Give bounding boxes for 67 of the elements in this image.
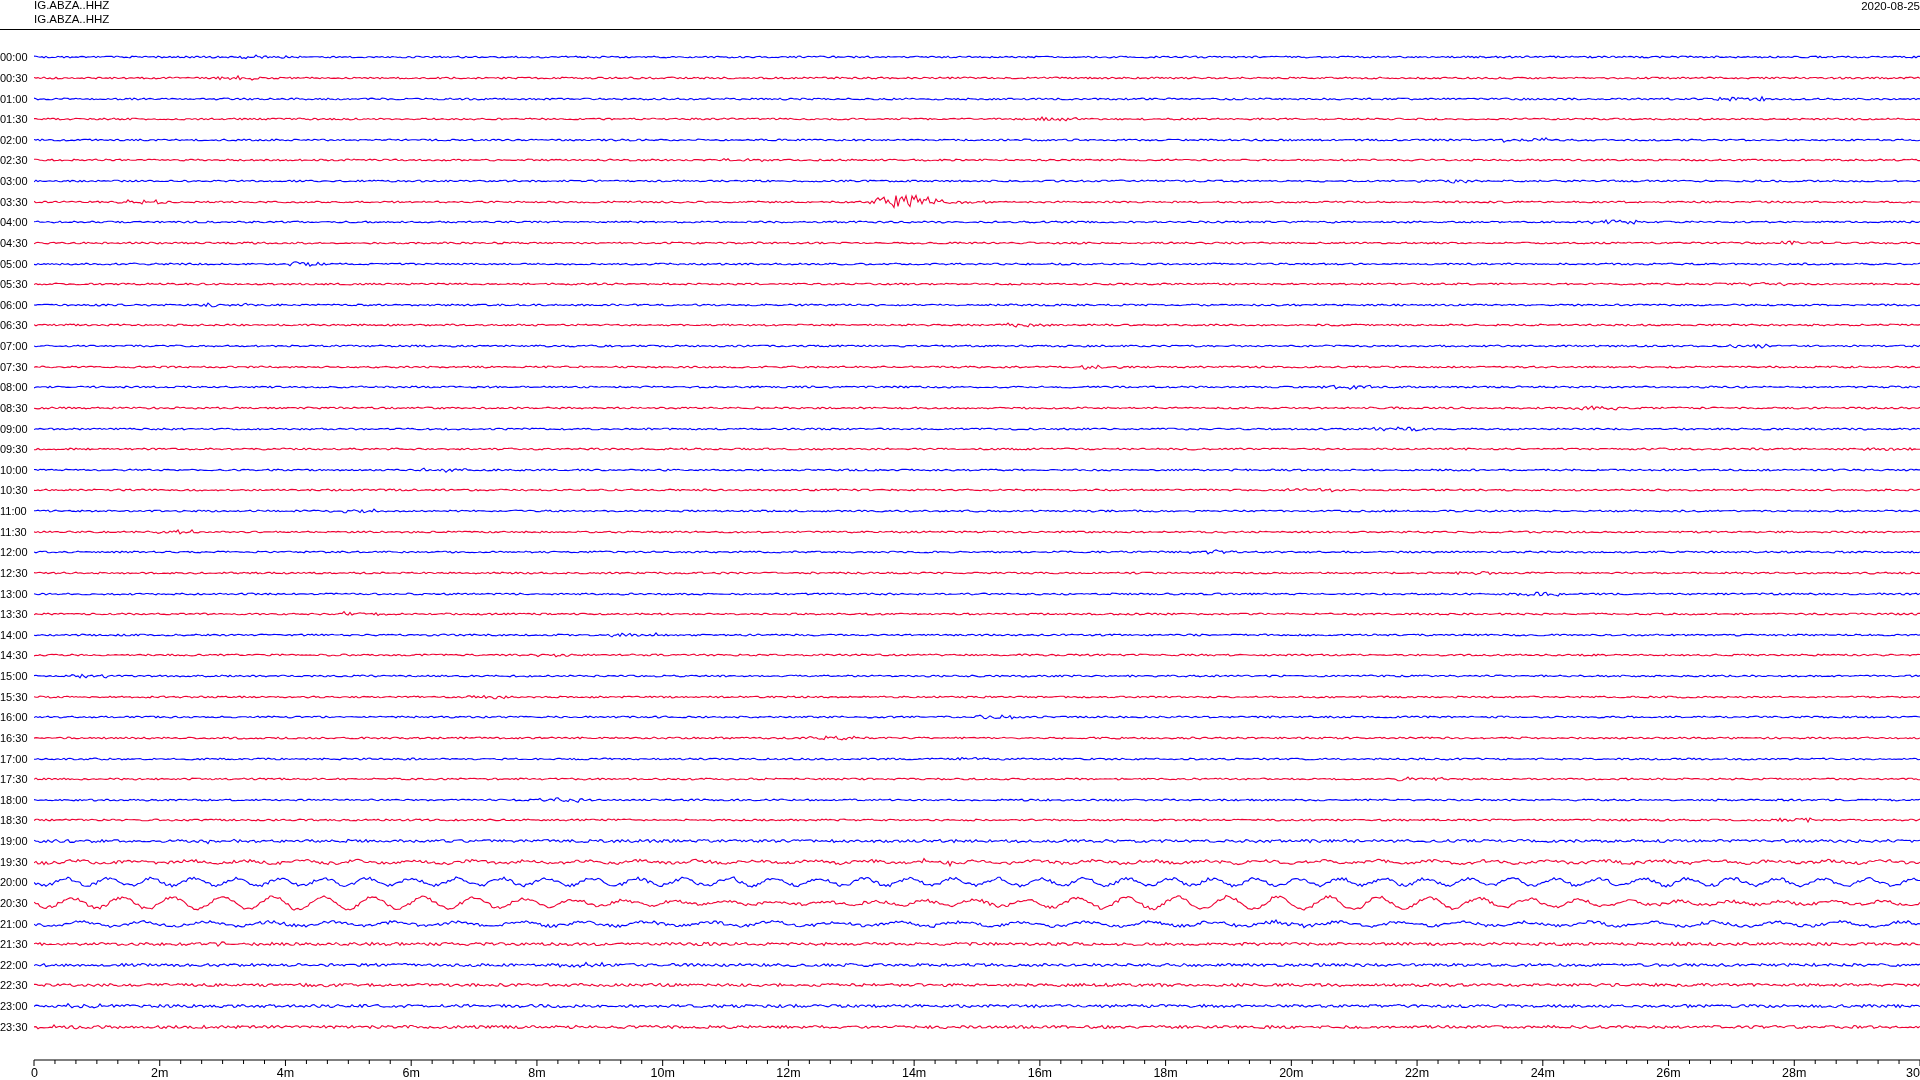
time-label: 04:30 bbox=[0, 236, 29, 249]
time-label: 12:30 bbox=[0, 566, 29, 579]
time-label: 10:30 bbox=[0, 484, 29, 497]
time-label: 21:30 bbox=[0, 938, 29, 951]
axis-label: 18m bbox=[1153, 1066, 1178, 1079]
axis-label: 2m bbox=[151, 1066, 169, 1079]
time-label: 00:30 bbox=[0, 71, 29, 84]
date-label: 2020-08-25 bbox=[1861, 0, 1920, 14]
axis-label: 20m bbox=[1279, 1066, 1304, 1079]
axis-label: 8m bbox=[528, 1066, 546, 1079]
time-label: 03:00 bbox=[0, 175, 29, 188]
time-label: 16:00 bbox=[0, 711, 29, 724]
time-label: 10:00 bbox=[0, 463, 29, 476]
time-label: 15:30 bbox=[0, 690, 29, 703]
time-label: 17:30 bbox=[0, 773, 29, 786]
time-label: 19:30 bbox=[0, 855, 29, 868]
axis-label: 0 bbox=[31, 1066, 38, 1079]
time-label: 16:30 bbox=[0, 731, 29, 744]
time-label: 23:30 bbox=[0, 1020, 29, 1033]
axis-label: 30 bbox=[1906, 1066, 1920, 1079]
axis-label: 4m bbox=[276, 1066, 295, 1079]
time-label: 18:00 bbox=[0, 793, 29, 806]
time-label: 23:00 bbox=[0, 1000, 29, 1013]
time-label: 12:00 bbox=[0, 546, 29, 559]
axis-label: 10m bbox=[650, 1066, 675, 1079]
time-label: 01:30 bbox=[0, 113, 29, 126]
axis-label: 26m bbox=[1656, 1066, 1681, 1079]
time-label: 18:30 bbox=[0, 814, 29, 827]
time-label: 08:30 bbox=[0, 401, 29, 414]
time-label: 14:00 bbox=[0, 628, 29, 641]
time-label: 03:30 bbox=[0, 195, 29, 208]
time-label: 20:00 bbox=[0, 876, 29, 889]
time-label: 11:00 bbox=[0, 505, 28, 518]
time-label: 13:00 bbox=[0, 587, 29, 600]
time-label: 08:00 bbox=[0, 381, 29, 394]
time-label: 00:00 bbox=[0, 51, 29, 64]
axis-label: 24m bbox=[1530, 1066, 1555, 1079]
time-label: 19:00 bbox=[0, 835, 29, 848]
time-label: 21:00 bbox=[0, 917, 29, 930]
axis-label: 12m bbox=[776, 1066, 801, 1079]
time-label: 22:30 bbox=[0, 979, 29, 992]
axis-label: 22m bbox=[1404, 1066, 1430, 1079]
time-label: 01:00 bbox=[0, 92, 29, 105]
channel-label: IG.ABZA..HHZ bbox=[34, 12, 110, 26]
time-label: 17:00 bbox=[0, 752, 29, 765]
time-label: 15:00 bbox=[0, 670, 29, 683]
axis-label: 28m bbox=[1782, 1066, 1807, 1079]
channel-label: IG.ABZA..HHZ bbox=[34, 0, 110, 12]
time-label: 06:00 bbox=[0, 298, 29, 311]
time-label: 14:30 bbox=[0, 649, 29, 662]
time-label: 05:00 bbox=[0, 257, 29, 270]
time-label: 09:30 bbox=[0, 443, 29, 456]
time-label: 09:00 bbox=[0, 422, 29, 435]
time-label: 22:00 bbox=[0, 958, 29, 971]
time-label: 07:30 bbox=[0, 360, 29, 373]
axis-label: 14m bbox=[901, 1066, 927, 1079]
time-label: 02:30 bbox=[0, 154, 29, 167]
time-label: 11:30 bbox=[0, 525, 28, 538]
time-label: 05:30 bbox=[0, 278, 29, 291]
time-label: 13:30 bbox=[0, 608, 29, 621]
axis-label: 6m bbox=[402, 1066, 420, 1079]
time-label: 20:30 bbox=[0, 896, 29, 909]
time-label: 04:00 bbox=[0, 216, 29, 229]
time-label: 02:00 bbox=[0, 133, 29, 146]
axis-label: 16m bbox=[1027, 1066, 1053, 1079]
time-label: 06:30 bbox=[0, 319, 29, 332]
time-label: 07:00 bbox=[0, 340, 29, 353]
